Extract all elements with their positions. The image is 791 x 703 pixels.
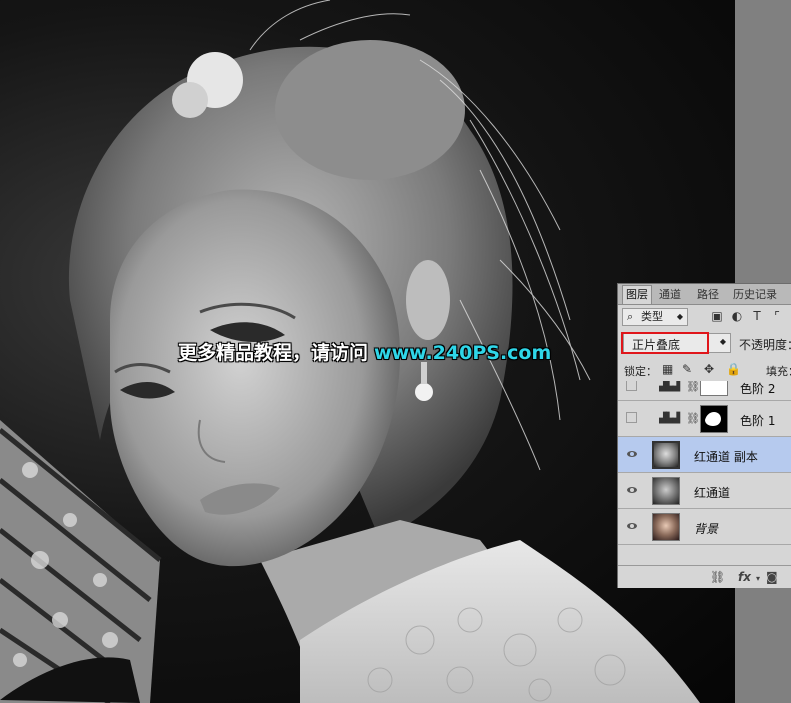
blend-mode-label: 正片叠底 <box>632 338 681 352</box>
eye-icon[interactable] <box>627 523 637 529</box>
panel-tabs: 图层 通道 路径 历史记录 <box>618 284 791 305</box>
filter-row: ⌕ 类型 ◆ ▣ ◐ T ⌜ <box>618 305 791 329</box>
mask-icon[interactable]: ◙ <box>766 570 778 584</box>
layer-red-channel-copy[interactable]: 红通道 副本 <box>618 437 791 473</box>
type-filter-icon[interactable]: T <box>750 309 764 323</box>
lock-all-icon[interactable]: 🔒 <box>726 363 741 375</box>
eye-icon[interactable] <box>627 487 637 493</box>
updown-arrow-icon: ◆ <box>719 337 726 346</box>
layers-panel: 图层 通道 路径 历史记录 ⌕ 类型 ◆ ▣ ◐ T ⌜ 正片叠底 ◆ 不透明度… <box>617 283 791 588</box>
layer-levels-1[interactable]: ▟▙▟ ⛓ 色阶 1 <box>618 401 791 437</box>
filter-kind-label: 类型 <box>641 310 663 323</box>
levels-histogram-icon: ▟▙▟ <box>659 413 680 424</box>
layer-name: 背景 <box>694 522 719 536</box>
search-icon: ⌕ <box>627 310 634 323</box>
shape-filter-icon[interactable]: ⌜ <box>770 309 784 323</box>
layer-name: 色阶 1 <box>740 414 776 428</box>
watermark: 更多精品教程，请访问 www.240PS.com <box>178 338 551 365</box>
lock-move-icon[interactable]: ✥ <box>704 363 714 375</box>
visibility-toggle[interactable] <box>626 381 637 391</box>
eye-icon[interactable] <box>627 451 637 457</box>
layer-thumbnail[interactable] <box>652 441 680 469</box>
layer-background[interactable]: 背景 <box>618 509 791 545</box>
tab-channels[interactable]: 通道 <box>656 286 684 304</box>
link-icon[interactable]: ⛓ <box>686 381 700 393</box>
image-filter-icon[interactable]: ▣ <box>710 309 724 323</box>
watermark-url: www.240PS.com <box>374 342 552 364</box>
tab-history[interactable]: 历史记录 <box>730 286 780 304</box>
layer-name: 红通道 <box>694 486 731 500</box>
mask-shape-icon <box>705 412 721 426</box>
updown-arrow-icon: ◆ <box>676 312 683 321</box>
opacity-label: 不透明度： <box>739 338 791 352</box>
watermark-text: 更多精品教程，请访问 <box>178 342 369 364</box>
lock-row: 锁定： ▦ ✎ ✥ 🔒 填充： <box>618 359 791 382</box>
lock-label: 锁定： <box>624 365 657 378</box>
layer-levels-2[interactable]: ▟▙▟ ⛓ 色阶 2 <box>618 381 791 401</box>
fx-icon[interactable]: fx <box>738 570 751 584</box>
lock-brush-icon[interactable]: ✎ <box>682 363 692 375</box>
filter-kind-select[interactable]: ⌕ 类型 ◆ <box>622 308 688 326</box>
fill-label: 填充： <box>766 365 791 378</box>
layer-thumbnail[interactable] <box>652 477 680 505</box>
layers-bottom-bar: ⛓ fx ▾ ◙ <box>618 565 791 588</box>
link-icon[interactable]: ⛓ <box>710 570 725 584</box>
link-icon[interactable]: ⛓ <box>686 412 700 425</box>
dropdown-arrow-icon: ▾ <box>756 574 761 583</box>
blend-row: 正片叠底 ◆ 不透明度： <box>618 330 791 356</box>
visibility-toggle[interactable] <box>626 412 637 423</box>
layer-red-channel[interactable]: 红通道 <box>618 473 791 509</box>
layers-list: ▟▙▟ ⛓ 色阶 2 ▟▙▟ ⛓ 色阶 1 红通道 副本 红通道 背景 <box>618 381 791 565</box>
tab-layers[interactable]: 图层 <box>622 285 652 304</box>
tab-paths[interactable]: 路径 <box>694 286 722 304</box>
layer-thumbnail[interactable] <box>652 513 680 541</box>
layer-mask-thumbnail[interactable] <box>700 381 728 396</box>
lock-transparent-icon[interactable]: ▦ <box>662 363 673 375</box>
layer-mask-thumbnail[interactable] <box>700 405 728 433</box>
levels-histogram-icon: ▟▙▟ <box>659 381 680 392</box>
adjustment-filter-icon[interactable]: ◐ <box>730 309 744 323</box>
blend-mode-select[interactable]: 正片叠底 ◆ <box>623 333 731 353</box>
layer-name: 红通道 副本 <box>694 450 758 464</box>
layer-name: 色阶 2 <box>740 382 776 396</box>
